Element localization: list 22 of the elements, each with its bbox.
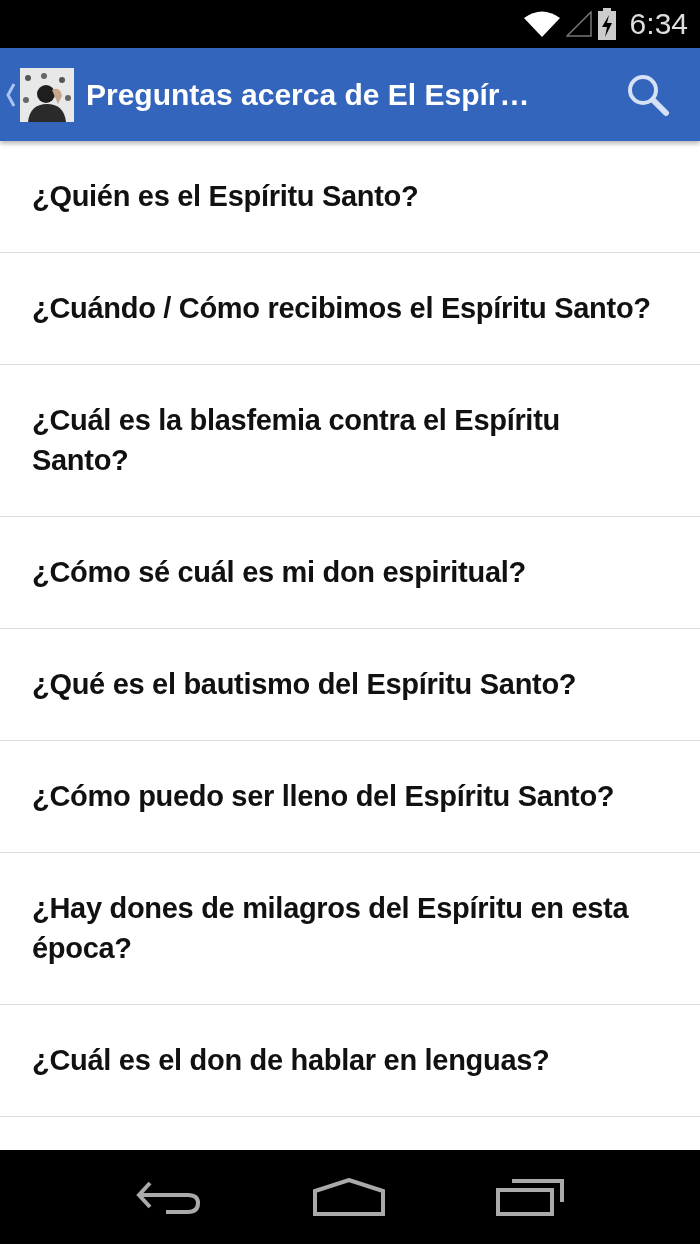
wifi-icon bbox=[523, 11, 560, 37]
chevron-icon bbox=[6, 82, 16, 107]
back-icon bbox=[135, 1179, 202, 1215]
battery-icon bbox=[597, 8, 616, 40]
question-item[interactable]: ¿Cómo puedo ser lleno del Espíritu Santo? bbox=[0, 741, 700, 853]
question-item[interactable]: ¿Qué es el bautismo del Espíritu Santo? bbox=[0, 629, 700, 741]
question-item[interactable]: ¿Cuál es la blasfemia contra el Espíritu Santo? bbox=[0, 365, 700, 517]
recents-button[interactable] bbox=[496, 1178, 565, 1216]
app-title: Preguntas acerca de El Espír… bbox=[86, 77, 531, 112]
clock-time: 6:34 bbox=[629, 7, 688, 41]
question-item[interactable]: ¿Hay dones de milagros del Espíritu en esta época? bbox=[0, 853, 700, 1005]
question-item[interactable]: ¿Cómo sé cuál es mi don espiritual? bbox=[0, 517, 700, 629]
back-nav-button[interactable] bbox=[135, 1179, 202, 1215]
question-item[interactable]: ¿Quién es el Espíritu Santo? bbox=[0, 141, 700, 253]
question-item[interactable]: ¿Cuándo / Cómo recibimos el Espíritu Santo? bbox=[0, 253, 700, 365]
home-button[interactable] bbox=[313, 1178, 385, 1216]
search-button[interactable] bbox=[626, 72, 670, 117]
home-icon bbox=[313, 1178, 385, 1216]
recents-icon bbox=[496, 1178, 565, 1216]
question-item[interactable]: ¿Cuál es el don de hablar en lenguas? bbox=[0, 1005, 700, 1117]
signal-icon bbox=[565, 11, 592, 37]
search-icon bbox=[626, 72, 670, 117]
